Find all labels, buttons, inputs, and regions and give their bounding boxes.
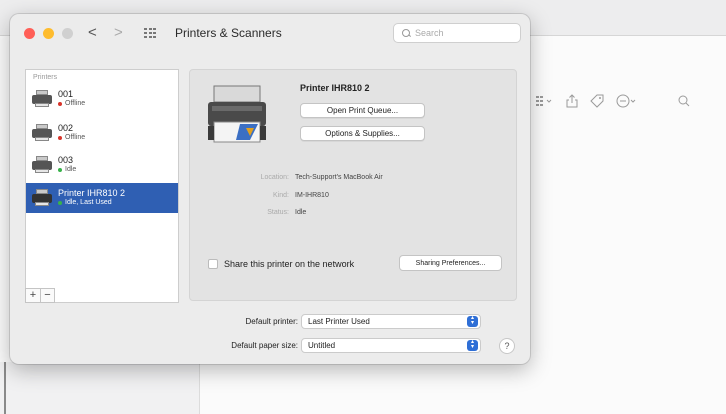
printer-icon xyxy=(32,124,52,142)
search-placeholder: Search xyxy=(415,28,444,38)
select-stepper-icon: ▴ ▾ xyxy=(467,315,478,327)
status-dot-icon xyxy=(58,168,62,172)
search-input[interactable]: Search xyxy=(393,23,521,43)
search-icon xyxy=(402,28,411,38)
printer-name: 002 xyxy=(58,123,74,133)
printers-list-header: Printers xyxy=(33,74,58,81)
background-sidebar xyxy=(0,362,200,414)
share-printer-row: Share this printer on the network xyxy=(208,259,354,269)
close-button[interactable] xyxy=(24,28,35,39)
paper-size-label: Default paper size: xyxy=(231,340,298,350)
view-options-icon[interactable] xyxy=(536,95,554,107)
status-label: Status: xyxy=(267,209,289,216)
paper-size-value: Untitled xyxy=(308,340,336,350)
kind-label: Kind: xyxy=(273,192,289,199)
sharing-preferences-button[interactable]: Sharing Preferences... xyxy=(399,255,502,271)
remove-printer-button[interactable]: − xyxy=(39,289,54,302)
zoom-button[interactable] xyxy=(62,28,73,39)
default-printer-row: Default printer: Last Printer Used ▴ ▾ xyxy=(10,312,530,330)
printer-icon xyxy=(32,90,52,108)
location-label: Location: xyxy=(260,174,289,181)
printer-status: Offline xyxy=(65,100,86,107)
location-row: Location: Tech-Support's MacBook Air xyxy=(190,174,518,181)
printers-list: Printers 001 Offline 002 Offline 003 Idl… xyxy=(25,69,179,303)
options-supplies-button[interactable]: Options & Supplies... xyxy=(300,126,425,141)
open-print-queue-button[interactable]: Open Print Queue... xyxy=(300,103,425,118)
share-icon[interactable] xyxy=(566,94,578,108)
printer-list-item-selected[interactable]: Printer IHR810 2 Idle, Last Used xyxy=(26,183,178,213)
printer-status: Idle xyxy=(65,166,77,173)
add-printer-button[interactable]: + xyxy=(26,289,40,302)
back-button[interactable]: < xyxy=(88,25,97,41)
title-bar: < > Printers & Scanners Search xyxy=(10,14,530,56)
printer-list-item[interactable]: 001 Offline xyxy=(26,84,178,114)
background-toolbar xyxy=(530,82,726,120)
tag-icon[interactable] xyxy=(590,94,604,108)
select-stepper-icon: ▴ ▾ xyxy=(467,339,478,351)
location-value: Tech-Support's MacBook Air xyxy=(295,174,383,181)
default-printer-select[interactable]: Last Printer Used ▴ ▾ xyxy=(301,313,481,329)
status-dot-icon xyxy=(58,102,62,106)
status-dot-icon xyxy=(58,201,62,205)
paper-size-row: Default paper size: Untitled ▴ ▾ xyxy=(10,336,530,354)
background-window-edge xyxy=(4,362,10,414)
more-actions-icon[interactable] xyxy=(616,94,638,108)
printer-name: Printer IHR810 2 xyxy=(58,188,126,198)
forward-button[interactable]: > xyxy=(114,25,123,41)
minimize-button[interactable] xyxy=(43,28,54,39)
background-search-icon[interactable] xyxy=(678,95,690,107)
default-printer-value: Last Printer Used xyxy=(308,316,370,326)
share-printer-label: Share this printer on the network xyxy=(224,259,355,269)
show-all-grid-icon[interactable] xyxy=(144,28,156,39)
printer-details-pane: Printer IHR810 2 Open Print Queue... Opt… xyxy=(189,69,517,301)
printer-status: Idle, Last Used xyxy=(65,199,112,206)
paper-size-select[interactable]: Untitled ▴ ▾ xyxy=(301,337,481,353)
printer-list-item[interactable]: 002 Offline xyxy=(26,118,178,148)
status-dot-icon xyxy=(58,136,62,140)
printer-list-item[interactable]: 003 Idle xyxy=(26,150,178,180)
list-add-remove-controls: + − xyxy=(25,288,55,303)
printer-large-icon xyxy=(206,84,268,146)
printer-icon xyxy=(32,156,52,174)
printer-name: 001 xyxy=(58,89,74,99)
kind-value: IM-IHR810 xyxy=(295,192,329,199)
printers-scanners-window: < > Printers & Scanners Search Printers … xyxy=(10,14,530,364)
status-value: Idle xyxy=(295,209,307,216)
share-printer-checkbox[interactable] xyxy=(208,259,218,269)
kind-row: Kind: IM-IHR810 xyxy=(190,192,518,199)
default-printer-label: Default printer: xyxy=(245,316,298,326)
window-title: Printers & Scanners xyxy=(175,26,282,40)
status-row: Status: Idle xyxy=(190,209,518,216)
help-button[interactable]: ? xyxy=(499,338,515,354)
window-controls xyxy=(24,28,73,39)
selected-printer-name: Printer IHR810 2 xyxy=(300,83,370,93)
printer-name: 003 xyxy=(58,155,74,165)
printer-icon xyxy=(32,189,52,207)
printer-status: Offline xyxy=(65,134,86,141)
